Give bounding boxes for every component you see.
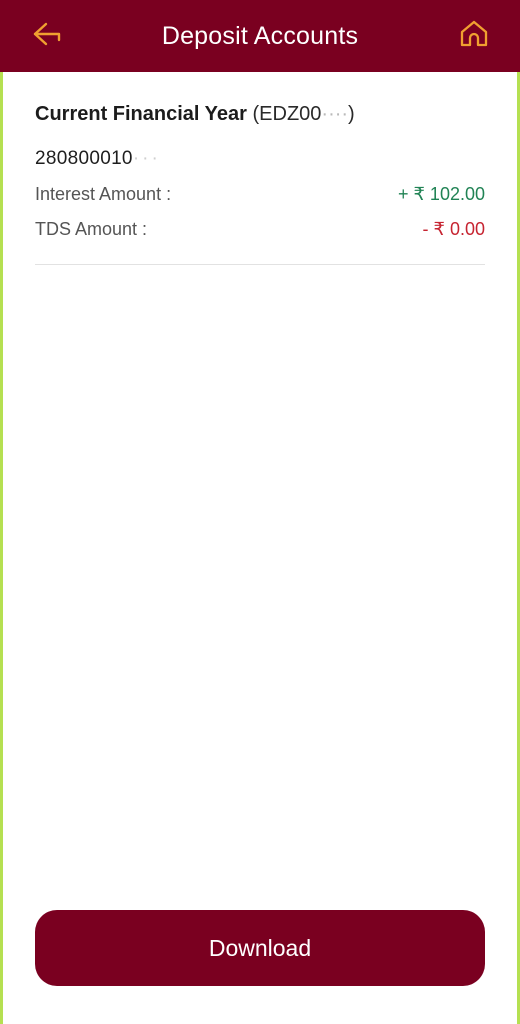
financial-year-label: Current Financial Year — [35, 103, 247, 125]
account-details-section: Current Financial Year (EDZ00····) 28080… — [3, 72, 517, 265]
section-divider — [35, 264, 485, 265]
home-button[interactable] — [442, 0, 506, 72]
account-number-masked: ··· — [132, 148, 161, 169]
tds-amount-label: TDS Amount : — [35, 219, 148, 239]
financial-year-heading: Current Financial Year (EDZ00····) — [35, 102, 485, 126]
app-header: Deposit Accounts — [0, 0, 520, 72]
page-title: Deposit Accounts — [161, 21, 359, 50]
interest-amount-label: Interest Amount : — [35, 184, 172, 204]
app-screen: Deposit Accounts Current Financial Year … — [0, 0, 520, 1024]
arrow-left-icon — [31, 20, 65, 53]
download-button[interactable]: Download — [35, 910, 485, 986]
account-number-visible: 280800010 — [35, 148, 133, 169]
tds-amount-value: - ₹ 0.00 — [422, 219, 485, 239]
account-number: 280800010··· — [35, 148, 485, 170]
tds-amount-row: TDS Amount : - ₹ 0.00 — [35, 219, 485, 240]
footer-bar: Download — [3, 910, 517, 1024]
scheme-code-suffix: ) — [348, 103, 355, 125]
interest-amount-row: Interest Amount : + ₹ 102.00 — [35, 184, 485, 205]
scheme-code-masked: ···· — [321, 103, 349, 125]
home-icon — [457, 18, 491, 55]
scheme-code-prefix: (EDZ00 — [252, 103, 322, 125]
back-button[interactable] — [16, 0, 80, 72]
interest-amount-value: + ₹ 102.00 — [397, 184, 485, 204]
